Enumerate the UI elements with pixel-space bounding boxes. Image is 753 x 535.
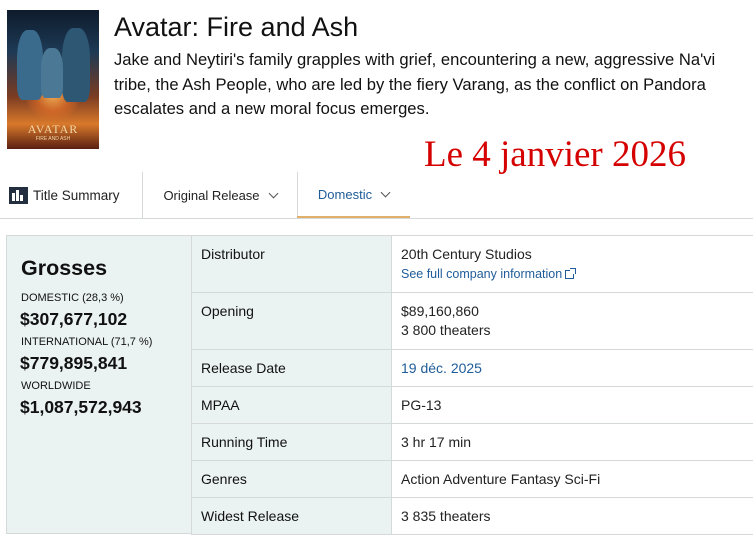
poster-figure bbox=[17, 30, 43, 100]
grosses-title: Grosses bbox=[21, 256, 107, 281]
genres-value: Action Adventure Fantasy Sci-Fi bbox=[392, 461, 753, 498]
release-date-link[interactable]: 19 déc. 2025 bbox=[401, 360, 482, 376]
domestic-label: DOMESTIC (28,3 %) bbox=[21, 292, 124, 304]
table-row: Widest Release 3 835 theaters bbox=[192, 498, 753, 535]
release-tabs: Title Summary Original Release Domestic bbox=[0, 172, 753, 219]
distributor-cell: 20th Century Studios See full company in… bbox=[392, 236, 753, 293]
poster-title: AVATAR bbox=[7, 122, 99, 137]
opening-label: Opening bbox=[192, 293, 392, 350]
movie-title: Avatar: Fire and Ash bbox=[114, 12, 358, 43]
distributor-label: Distributor bbox=[192, 236, 392, 293]
international-label: INTERNATIONAL (71,7 %) bbox=[21, 336, 152, 348]
release-date-label: Release Date bbox=[192, 350, 392, 387]
movie-summary: Jake and Neytiri's family grapples with … bbox=[114, 48, 744, 122]
worldwide-label: WORLDWIDE bbox=[21, 380, 91, 392]
tab-domestic-label: Domestic bbox=[318, 187, 372, 202]
table-row: MPAA PG-13 bbox=[192, 387, 753, 424]
table-row: Genres Action Adventure Fantasy Sci-Fi bbox=[192, 461, 753, 498]
opening-cell: $89,160,860 3 800 theaters bbox=[392, 293, 753, 350]
mpaa-label: MPAA bbox=[192, 387, 392, 424]
table-row: Running Time 3 hr 17 min bbox=[192, 424, 753, 461]
bar-chart-icon bbox=[9, 187, 28, 204]
tab-original-release-label: Original Release bbox=[163, 188, 259, 203]
table-row: Distributor 20th Century Studios See ful… bbox=[192, 236, 753, 293]
date-stamp: Le 4 janvier 2026 bbox=[424, 133, 686, 176]
tab-title-summary-label: Title Summary bbox=[33, 188, 120, 203]
mpaa-value: PG-13 bbox=[392, 387, 753, 424]
international-gross: $779,895,841 bbox=[20, 353, 127, 374]
worldwide-gross: $1,087,572,943 bbox=[20, 397, 142, 418]
grosses-panel: Grosses DOMESTIC (28,3 %) $307,677,102 I… bbox=[6, 235, 191, 534]
widest-release-label: Widest Release bbox=[192, 498, 392, 535]
opening-theaters: 3 800 theaters bbox=[401, 322, 744, 338]
table-row: Release Date 19 déc. 2025 bbox=[192, 350, 753, 387]
poster-figure bbox=[41, 48, 63, 98]
opening-value: $89,160,860 bbox=[401, 303, 479, 319]
domestic-gross: $307,677,102 bbox=[20, 309, 127, 330]
chevron-down-icon bbox=[268, 188, 278, 198]
running-time-label: Running Time bbox=[192, 424, 392, 461]
movie-poster[interactable]: AVATAR FIRE AND ASH bbox=[7, 10, 99, 149]
company-info-link-label: See full company information bbox=[401, 267, 562, 281]
external-link-icon bbox=[565, 270, 574, 279]
poster-figure bbox=[62, 28, 90, 102]
tab-original-release[interactable]: Original Release bbox=[142, 172, 298, 218]
widest-release-value: 3 835 theaters bbox=[392, 498, 753, 535]
release-details-table: Distributor 20th Century Studios See ful… bbox=[191, 235, 753, 535]
table-row: Opening $89,160,860 3 800 theaters bbox=[192, 293, 753, 350]
poster-subtitle: FIRE AND ASH bbox=[7, 136, 99, 142]
running-time-value: 3 hr 17 min bbox=[392, 424, 753, 461]
genres-label: Genres bbox=[192, 461, 392, 498]
chevron-down-icon bbox=[381, 187, 391, 197]
company-info-link[interactable]: See full company information bbox=[401, 267, 574, 281]
distributor-value: 20th Century Studios bbox=[401, 246, 532, 262]
tab-title-summary[interactable]: Title Summary bbox=[9, 172, 120, 218]
tab-domestic[interactable]: Domestic bbox=[297, 172, 410, 218]
